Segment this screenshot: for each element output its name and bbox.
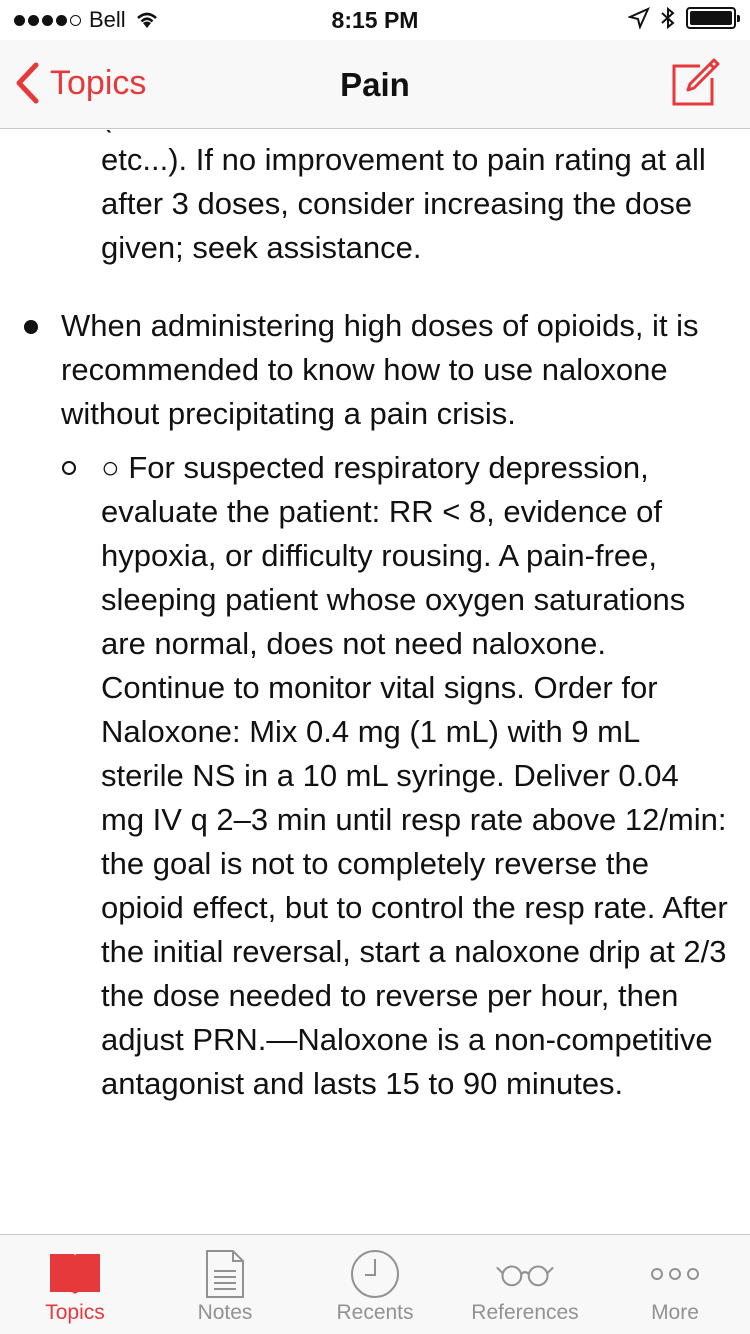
continued-text: etc...). If no improvement to pain ratin…	[101, 142, 706, 265]
partial-line: (drowsiness, nausea, delirium/confusion,	[101, 130, 730, 138]
tab-label: Notes	[197, 1301, 253, 1324]
tab-label: References	[471, 1301, 579, 1324]
page-title: Pain	[340, 66, 410, 103]
clock-icon	[345, 1249, 405, 1299]
book-icon	[45, 1249, 105, 1299]
bullet-marker	[24, 320, 38, 334]
location-arrow-icon	[628, 7, 650, 29]
compose-icon[interactable]	[670, 58, 720, 108]
bullet-item: When administering high doses of opioids…	[0, 304, 750, 436]
battery-icon	[686, 7, 740, 29]
sub-bullet-marker	[62, 461, 76, 475]
tab-bar: Topics Notes Recents References More	[0, 1234, 750, 1334]
bluetooth-icon	[661, 6, 675, 30]
status-right	[628, 6, 740, 30]
tab-recents[interactable]: Recents	[300, 1235, 450, 1334]
topic-content[interactable]: (drowsiness, nausea, delirium/confusion,…	[0, 130, 750, 1234]
more-icon	[645, 1249, 705, 1299]
sub-item-continued: (drowsiness, nausea, delirium/confusion,…	[0, 130, 750, 270]
navigation-bar: Topics Pain	[0, 40, 750, 129]
tab-topics[interactable]: Topics	[0, 1235, 150, 1334]
status-bar: Bell 8:15 PM	[0, 0, 750, 40]
content-scroll: (drowsiness, nausea, delirium/confusion,…	[0, 130, 750, 1106]
tab-more[interactable]: More	[600, 1235, 750, 1334]
tab-label: Recents	[336, 1301, 414, 1324]
tab-references[interactable]: References	[450, 1235, 600, 1334]
document-icon	[195, 1249, 255, 1299]
glasses-icon	[495, 1249, 555, 1299]
tab-label: Topics	[45, 1301, 105, 1324]
sub-bullet-text: ○ For suspected respiratory depression, …	[101, 450, 728, 1101]
sub-bullet-item: ○ For suspected respiratory depression, …	[0, 446, 750, 1106]
tab-label: More	[651, 1301, 699, 1324]
bullet-text: When administering high doses of opioids…	[61, 308, 699, 431]
tab-notes[interactable]: Notes	[150, 1235, 300, 1334]
